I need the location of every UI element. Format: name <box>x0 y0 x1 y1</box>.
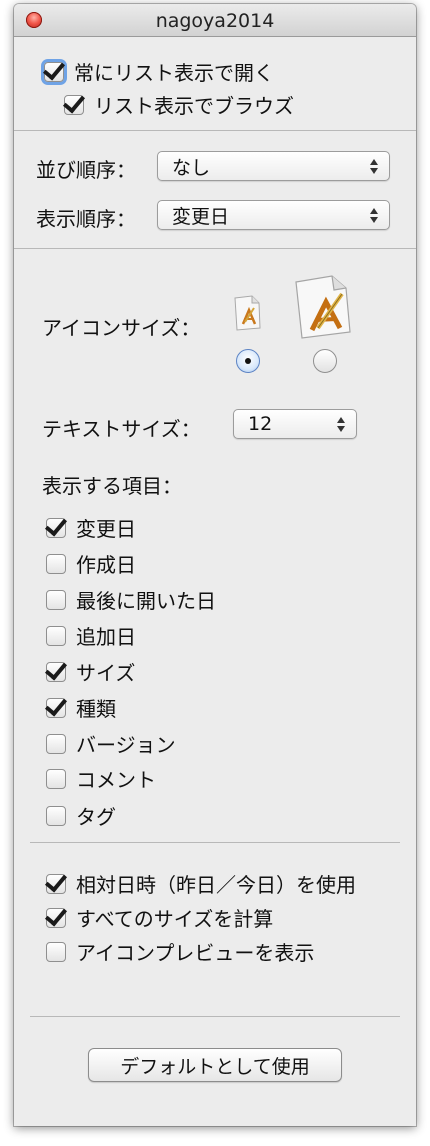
checkbox-box[interactable] <box>46 661 66 682</box>
checkbox-box[interactable] <box>46 873 66 894</box>
always-open-list-view-checkbox[interactable]: 常にリスト表示で開く <box>44 57 274 86</box>
column-size-checkbox[interactable]: サイズ <box>46 657 135 686</box>
column-version-checkbox[interactable]: バージョン <box>46 729 176 758</box>
checkbox-box[interactable] <box>46 589 66 610</box>
text-size-label: テキストサイズ： <box>42 417 201 441</box>
show-icon-preview-checkbox[interactable]: アイコンプレビューを表示 <box>46 937 314 966</box>
checkbox-label: 追加日 <box>76 625 136 649</box>
window-title: nagoya2014 <box>155 10 275 32</box>
icon-size-small-radio[interactable] <box>236 349 260 373</box>
arrange-by-label: 並び順序： <box>36 158 136 182</box>
checkbox-label: コメント <box>76 768 156 792</box>
large-document-icon <box>295 275 351 339</box>
checkbox-box[interactable] <box>46 907 66 928</box>
checkbox-label: リスト表示でブラウズ <box>94 94 294 118</box>
title-bar[interactable]: nagoya2014 <box>14 4 416 37</box>
sort-by-value: 変更日 <box>172 205 230 228</box>
checkbox-box[interactable] <box>64 94 84 115</box>
chevron-up-down-icon <box>337 417 345 432</box>
checkbox-box[interactable] <box>46 768 66 789</box>
checkbox-label: 種類 <box>76 697 116 721</box>
text-size-select[interactable]: 12 <box>233 409 357 439</box>
column-kind-checkbox[interactable]: 種類 <box>46 693 116 722</box>
checkbox-box[interactable] <box>46 805 66 826</box>
column-date-last-opened-checkbox[interactable]: 最後に開いた日 <box>46 585 216 614</box>
column-date-modified-checkbox[interactable]: 変更日 <box>46 513 136 542</box>
arrange-by-value: なし <box>172 156 211 179</box>
checkbox-box[interactable] <box>44 61 64 82</box>
checkbox-label: 作成日 <box>76 553 136 577</box>
column-date-created-checkbox[interactable]: 作成日 <box>46 549 136 578</box>
separator <box>30 1016 400 1017</box>
show-columns-label: 表示する項目： <box>42 474 182 498</box>
checkbox-label: 相対日時（昨日／今日）を使用 <box>76 873 356 897</box>
icon-size-label: アイコンサイズ： <box>42 316 201 340</box>
checkbox-label: すべてのサイズを計算 <box>76 907 274 931</box>
column-tags-checkbox[interactable]: タグ <box>46 801 116 830</box>
checkbox-box[interactable] <box>46 941 66 962</box>
checkbox-box[interactable] <box>46 517 66 538</box>
column-comments-checkbox[interactable]: コメント <box>46 764 156 793</box>
checkbox-label: 常にリスト表示で開く <box>74 61 274 85</box>
checkbox-label: タグ <box>76 805 116 829</box>
small-document-icon <box>234 295 261 331</box>
checkbox-label: 変更日 <box>76 517 136 541</box>
view-options-window: nagoya2014 常にリスト表示で開く リスト表示でブラウズ 並び順序： な… <box>14 4 416 1126</box>
chevron-up-down-icon <box>370 208 378 223</box>
checkbox-box[interactable] <box>46 625 66 646</box>
icon-size-large-radio[interactable] <box>313 349 337 373</box>
browse-list-view-checkbox[interactable]: リスト表示でブラウズ <box>64 90 294 119</box>
text-size-value: 12 <box>248 413 273 435</box>
separator <box>14 248 416 249</box>
chevron-up-down-icon <box>370 159 378 174</box>
arrange-by-select[interactable]: なし <box>157 151 390 181</box>
checkbox-label: アイコンプレビューを表示 <box>76 941 315 965</box>
sort-by-select[interactable]: 変更日 <box>157 200 390 230</box>
sort-by-label: 表示順序： <box>36 207 136 231</box>
checkbox-label: 最後に開いた日 <box>76 589 216 613</box>
use-as-defaults-button[interactable]: デフォルトとして使用 <box>88 1048 342 1082</box>
separator <box>14 130 416 131</box>
separator <box>30 842 400 843</box>
checkbox-label: サイズ <box>76 661 136 685</box>
checkbox-box[interactable] <box>46 697 66 718</box>
calculate-all-sizes-checkbox[interactable]: すべてのサイズを計算 <box>46 903 273 932</box>
column-date-added-checkbox[interactable]: 追加日 <box>46 621 136 650</box>
checkbox-label: バージョン <box>76 733 176 757</box>
use-relative-dates-checkbox[interactable]: 相対日時（昨日／今日）を使用 <box>46 869 356 898</box>
checkbox-box[interactable] <box>46 733 66 754</box>
checkbox-box[interactable] <box>46 553 66 574</box>
